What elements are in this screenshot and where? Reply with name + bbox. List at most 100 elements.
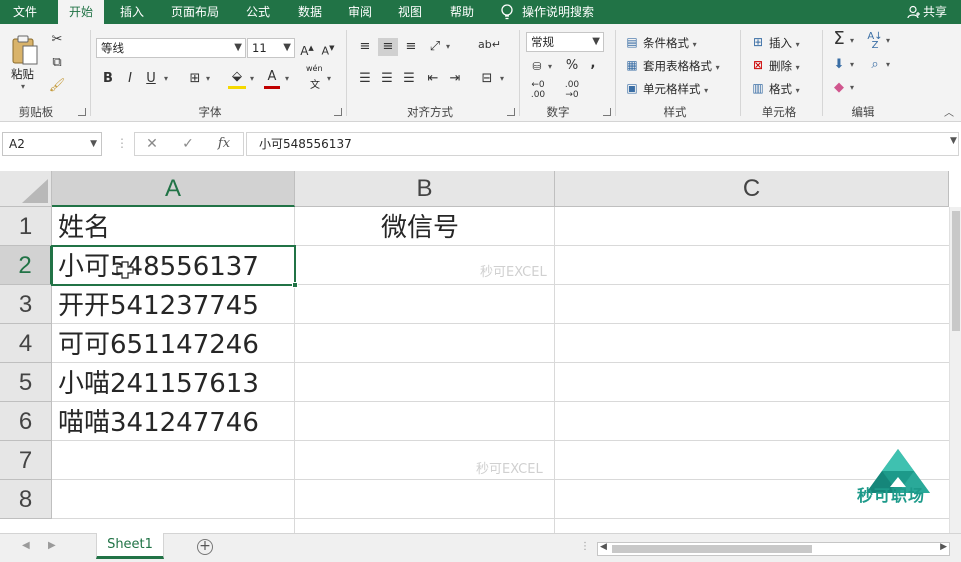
underline-button[interactable]: U [143,70,159,88]
increase-font-icon[interactable]: A▲ [299,39,315,60]
wrap-text-icon[interactable]: ab↵ [478,36,501,54]
format-cells-icon[interactable]: ▥ [750,79,766,97]
autosum-icon[interactable]: Σ [830,30,848,48]
expand-formula-icon[interactable]: ▼ [950,136,957,146]
paste-dropdown-icon[interactable]: ▾ [21,82,25,91]
align-left-icon[interactable]: ☰ [356,70,374,88]
row-header-2[interactable]: 2 [0,246,52,285]
sheet-tab[interactable]: Sheet1 [96,533,164,559]
menu-page-layout[interactable]: 页面布局 [162,0,228,24]
fill-down-icon[interactable]: ⬇ [830,56,848,74]
vertical-scroll-thumb[interactable] [952,211,960,331]
merge-dropdown-icon[interactable]: ▾ [500,74,504,83]
underline-dropdown-icon[interactable]: ▾ [164,74,168,83]
row-header-4[interactable]: 4 [0,324,52,363]
row-header-5[interactable]: 5 [0,363,52,402]
alignment-launcher-icon[interactable] [507,108,515,116]
font-launcher-icon[interactable] [334,108,342,116]
row-header-6[interactable]: 6 [0,402,52,441]
cell-a4[interactable]: 可可651147246 [58,326,259,364]
select-all-button[interactable] [0,171,52,207]
format-as-table-button[interactable]: 套用表格格式 ▾ [643,58,720,74]
number-launcher-icon[interactable] [603,108,611,116]
format-painter-icon[interactable]: 🖌 [48,77,66,95]
menu-help[interactable]: 帮助 [440,0,484,24]
increase-indent-icon[interactable]: ⇥ [446,70,464,88]
tell-me-search[interactable]: 操作说明搜索 [522,0,608,24]
autosum-dropdown-icon[interactable]: ▾ [850,36,854,45]
italic-button[interactable]: I [122,70,138,88]
phonetic-dropdown-icon[interactable]: ▾ [327,74,331,83]
align-middle-icon[interactable]: ≡ [378,38,398,56]
insert-cells-icon[interactable]: ⊞ [750,33,766,51]
clear-dropdown-icon[interactable]: ▾ [850,83,854,92]
fill-handle[interactable] [292,282,298,288]
menu-home[interactable]: 开始 [58,0,104,24]
menu-review[interactable]: 审阅 [338,0,382,24]
previous-sheet-icon[interactable]: ◀ [22,540,30,551]
find-select-icon[interactable]: ⌕ [866,56,884,74]
row-header-1[interactable]: 1 [0,207,52,246]
cell-a3[interactable]: 开开541237745 [58,287,259,325]
fill-color-dropdown-icon[interactable]: ▾ [250,74,254,83]
column-header-a[interactable]: A [52,171,295,207]
merge-center-icon[interactable]: ⊟ [478,70,496,88]
increase-decimal-icon[interactable]: ←0.00 [528,80,548,100]
sort-filter-icon[interactable]: A↓ Z [866,32,884,51]
accounting-format-icon[interactable]: ⛁ [528,58,546,76]
clear-icon[interactable]: ◆ [830,79,848,97]
fill-color-icon[interactable]: ⬙ [228,68,246,89]
borders-icon[interactable]: ⊞ [186,70,204,88]
percent-button[interactable]: % [564,57,580,75]
cell-styles-icon[interactable]: ▣ [624,79,640,97]
decrease-font-icon[interactable]: A▼ [320,39,336,61]
bold-button[interactable]: B [100,70,116,88]
orientation-dropdown-icon[interactable]: ▾ [446,42,450,51]
font-color-icon[interactable]: A [264,68,280,89]
cell-b1[interactable]: 微信号 [381,209,459,247]
formula-input[interactable]: 小可548556137 [246,132,959,156]
format-cells-button[interactable]: 格式 ▾ [769,81,800,97]
row-header-7[interactable]: 7 [0,441,52,480]
align-center-icon[interactable]: ☰ [378,70,396,88]
font-color-dropdown-icon[interactable]: ▾ [285,74,289,83]
menu-formulas[interactable]: 公式 [236,0,280,24]
name-box[interactable]: A2 ▼ [2,132,102,156]
align-top-icon[interactable]: ≡ [356,38,374,56]
cell-a1[interactable]: 姓名 [58,209,110,247]
comma-button[interactable]: , [588,55,598,73]
menu-insert[interactable]: 插入 [110,0,154,24]
scroll-right-icon[interactable]: ▶ [940,542,947,552]
cell-styles-button[interactable]: 单元格样式 ▾ [643,81,708,97]
font-name-combo[interactable]: 等线 ▼ [96,38,246,58]
horizontal-scroll-thumb[interactable] [612,545,812,553]
paste-icon[interactable] [10,34,40,66]
collapse-ribbon-icon[interactable]: ︿ [944,104,954,119]
align-bottom-icon[interactable]: ≡ [402,38,420,56]
menu-data[interactable]: 数据 [288,0,332,24]
copy-icon[interactable]: ⧉ [48,54,66,72]
share-button[interactable]: 共享 [907,0,947,24]
tab-split-handle[interactable]: ⋮ [580,541,590,552]
enter-icon[interactable]: ✓ [175,133,201,155]
number-format-combo[interactable]: 常规 ▼ [526,32,604,52]
delete-cells-button[interactable]: 删除 ▾ [769,58,800,74]
accounting-dropdown-icon[interactable]: ▾ [548,62,552,71]
clipboard-launcher-icon[interactable] [78,108,86,116]
vertical-scrollbar[interactable] [949,207,961,533]
row-header-3[interactable]: 3 [0,285,52,324]
decrease-indent-icon[interactable]: ⇤ [424,70,442,88]
cell-a5[interactable]: 小喵241157613 [58,365,259,403]
insert-cells-button[interactable]: 插入 ▾ [769,35,800,51]
row-header-8[interactable]: 8 [0,480,52,519]
decrease-decimal-icon[interactable]: .00 →0 [562,80,582,100]
cancel-icon[interactable]: ✕ [139,133,165,155]
font-size-combo[interactable]: 11 ▼ [247,38,295,58]
format-as-table-icon[interactable]: ▦ [624,56,640,74]
menu-view[interactable]: 视图 [388,0,432,24]
phonetic-guide-label[interactable]: wén [306,64,323,73]
menu-file[interactable]: 文件 [0,0,50,24]
orientation-icon[interactable]: ⤢ [426,38,444,56]
align-right-icon[interactable]: ☰ [400,70,418,88]
scroll-left-icon[interactable]: ◀ [600,542,607,552]
